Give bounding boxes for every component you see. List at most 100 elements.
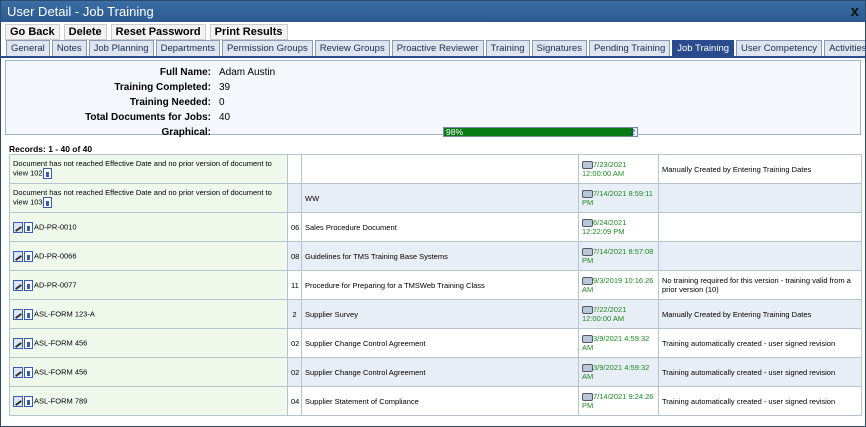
edit-training-icon[interactable] (13, 250, 23, 262)
tab-strip: General Notes Job Planning Departments Permi… (1, 40, 865, 58)
view-document-icon[interactable] (24, 221, 33, 233)
view-document-icon[interactable] (24, 279, 33, 291)
tab-user-competency[interactable]: User Competency (736, 40, 823, 56)
print-certificate-icon[interactable] (582, 335, 593, 343)
print-certificate-icon[interactable] (582, 393, 593, 401)
table-row[interactable]: AD-PR-0010 06 Sales Procedure Document 6/24… (9, 212, 862, 242)
tab-permission-groups[interactable]: Permission Groups (221, 40, 313, 56)
table-row[interactable]: ASL-FORM 456 02 Supplier Change Control Ag… (9, 328, 862, 358)
training-needed-value: 0 (219, 97, 225, 108)
full-name-label: Full Name: (159, 67, 211, 78)
tab-review-groups[interactable]: Review Groups (314, 40, 390, 56)
edit-training-icon[interactable] (13, 308, 23, 320)
view-document-icon[interactable] (24, 366, 33, 378)
training-date: 7/14/2021 9:24:26 PM (582, 391, 654, 410)
print-certificate-icon[interactable] (582, 190, 593, 198)
comment-cell: Training automatically created - user si… (658, 357, 862, 387)
print-certificate-icon[interactable] (582, 161, 593, 169)
full-name-row: Full Name: Adam Austin (6, 65, 860, 80)
print-certificate-icon[interactable] (582, 248, 593, 256)
edit-training-icon[interactable] (13, 395, 23, 407)
edit-training-icon[interactable] (13, 337, 23, 349)
tab-training[interactable]: Training (485, 40, 530, 56)
document-cell: ASL-FORM 456 (9, 357, 288, 387)
training-date: 3/9/2021 4:59:32 AM (582, 333, 650, 352)
reset-password-button[interactable]: Reset Password (110, 23, 206, 40)
tab-activities[interactable]: Activities (824, 40, 865, 56)
document-notice: Document has not reached Effective Date … (13, 188, 272, 207)
full-name-value: Adam Austin (219, 67, 276, 78)
document-number: ASL-FORM 456 (34, 366, 88, 376)
delete-button[interactable]: Delete (63, 23, 107, 40)
view-document-icon[interactable] (42, 168, 52, 179)
print-certificate-icon[interactable] (582, 277, 593, 285)
edit-training-icon[interactable] (13, 279, 23, 291)
revision-cell: 02 (287, 357, 302, 387)
training-date-cell: 6/24/2021 12:22:09 PM (578, 212, 659, 242)
comment-cell: No training required for this version - … (658, 270, 862, 300)
training-progress-bar: 98% 2 (443, 127, 638, 137)
view-document-icon[interactable] (24, 337, 33, 349)
training-date: 7/14/2021 8:57:08 PM (582, 246, 654, 265)
document-title-cell: WW (301, 183, 579, 213)
tab-job-planning[interactable]: Job Planning (88, 40, 154, 56)
training-date-cell: 7/23/2021 12:00:00 AM (578, 154, 659, 184)
document-cell: ASL-FORM 456 (9, 328, 288, 358)
view-document-icon[interactable] (24, 395, 33, 407)
table-row[interactable]: Document has not reached Effective Date … (9, 183, 862, 213)
tab-job-training[interactable]: Job Training (672, 40, 735, 56)
document-title-cell: Supplier Change Control Agreement (301, 357, 579, 387)
go-back-button[interactable]: Go Back (5, 23, 60, 40)
table-row[interactable]: ASL-FORM 456 02 Supplier Change Control Ag… (9, 357, 862, 387)
document-title-cell: Supplier Statement of Compliance (301, 386, 579, 416)
edit-training-icon[interactable] (13, 366, 23, 378)
revision-cell: 2 (287, 299, 302, 329)
tab-notes[interactable]: Notes (51, 40, 87, 56)
training-date: 7/14/2021 8:59:11 PM (582, 188, 653, 207)
revision-cell: 06 (287, 212, 302, 242)
training-date-cell: 7/14/2021 8:59:11 PM (578, 183, 659, 213)
tab-proactive-reviewer[interactable]: Proactive Reviewer (391, 40, 484, 56)
table-row[interactable]: ASL-FORM 123-A 2 Supplier Survey 7/22/2021 … (9, 299, 862, 329)
document-cell: Document has not reached Effective Date … (9, 154, 288, 184)
edit-training-icon[interactable] (13, 221, 23, 233)
print-certificate-icon[interactable] (582, 364, 593, 372)
document-number: AD-PR-0066 (34, 250, 77, 260)
revision-cell: 08 (287, 241, 302, 271)
comment-cell (658, 183, 862, 213)
document-cell: AD-PR-0066 (9, 241, 288, 271)
document-number: AD-PR-0010 (34, 221, 77, 231)
table-row[interactable]: AD-PR-0066 08 Guidelines for TMS Training … (9, 241, 862, 271)
progress-remaining: 2 (630, 127, 635, 137)
graphical-row: Graphical: (6, 125, 860, 140)
close-icon[interactable]: x (851, 3, 859, 20)
revision-cell: 11 (287, 270, 302, 300)
table-row[interactable]: Document has not reached Effective Date … (9, 154, 862, 184)
tab-signatures[interactable]: Signatures (531, 40, 587, 56)
training-completed-row: Training Completed: 39 (6, 80, 860, 95)
print-certificate-icon[interactable] (582, 306, 593, 314)
tab-general[interactable]: General (6, 40, 50, 56)
revision-cell: 04 (287, 386, 302, 416)
title-bar: User Detail - Job Training x (1, 1, 865, 22)
view-document-icon[interactable] (24, 308, 33, 320)
comment-cell: Training automatically created - user si… (658, 386, 862, 416)
print-certificate-icon[interactable] (582, 219, 593, 227)
view-document-icon[interactable] (24, 250, 33, 262)
document-title-cell (301, 154, 579, 184)
training-date-cell: 3/9/2021 4:59:32 AM (578, 328, 659, 358)
print-results-button[interactable]: Print Results (209, 23, 288, 40)
tab-pending-training[interactable]: Pending Training (588, 40, 671, 56)
document-title-cell: Guidelines for TMS Training Base Systems (301, 241, 579, 271)
tab-departments[interactable]: Departments (155, 40, 220, 56)
document-cell: AD-PR-0077 (9, 270, 288, 300)
records-count: Records: 1 - 40 of 40 (9, 144, 93, 154)
document-title-cell: Supplier Survey (301, 299, 579, 329)
table-row[interactable]: ASL-FORM 789 04 Supplier Statement of Comp… (9, 386, 862, 416)
table-row[interactable]: AD-PR-0077 11 Procedure for Preparing for … (9, 270, 862, 300)
user-detail-window: User Detail - Job Training x Go Back Del… (0, 0, 866, 427)
progress-percent: 98% (446, 127, 464, 137)
document-cell: ASL-FORM 123-A (9, 299, 288, 329)
document-title-cell: Supplier Change Control Agreement (301, 328, 579, 358)
view-document-icon[interactable] (42, 197, 52, 208)
